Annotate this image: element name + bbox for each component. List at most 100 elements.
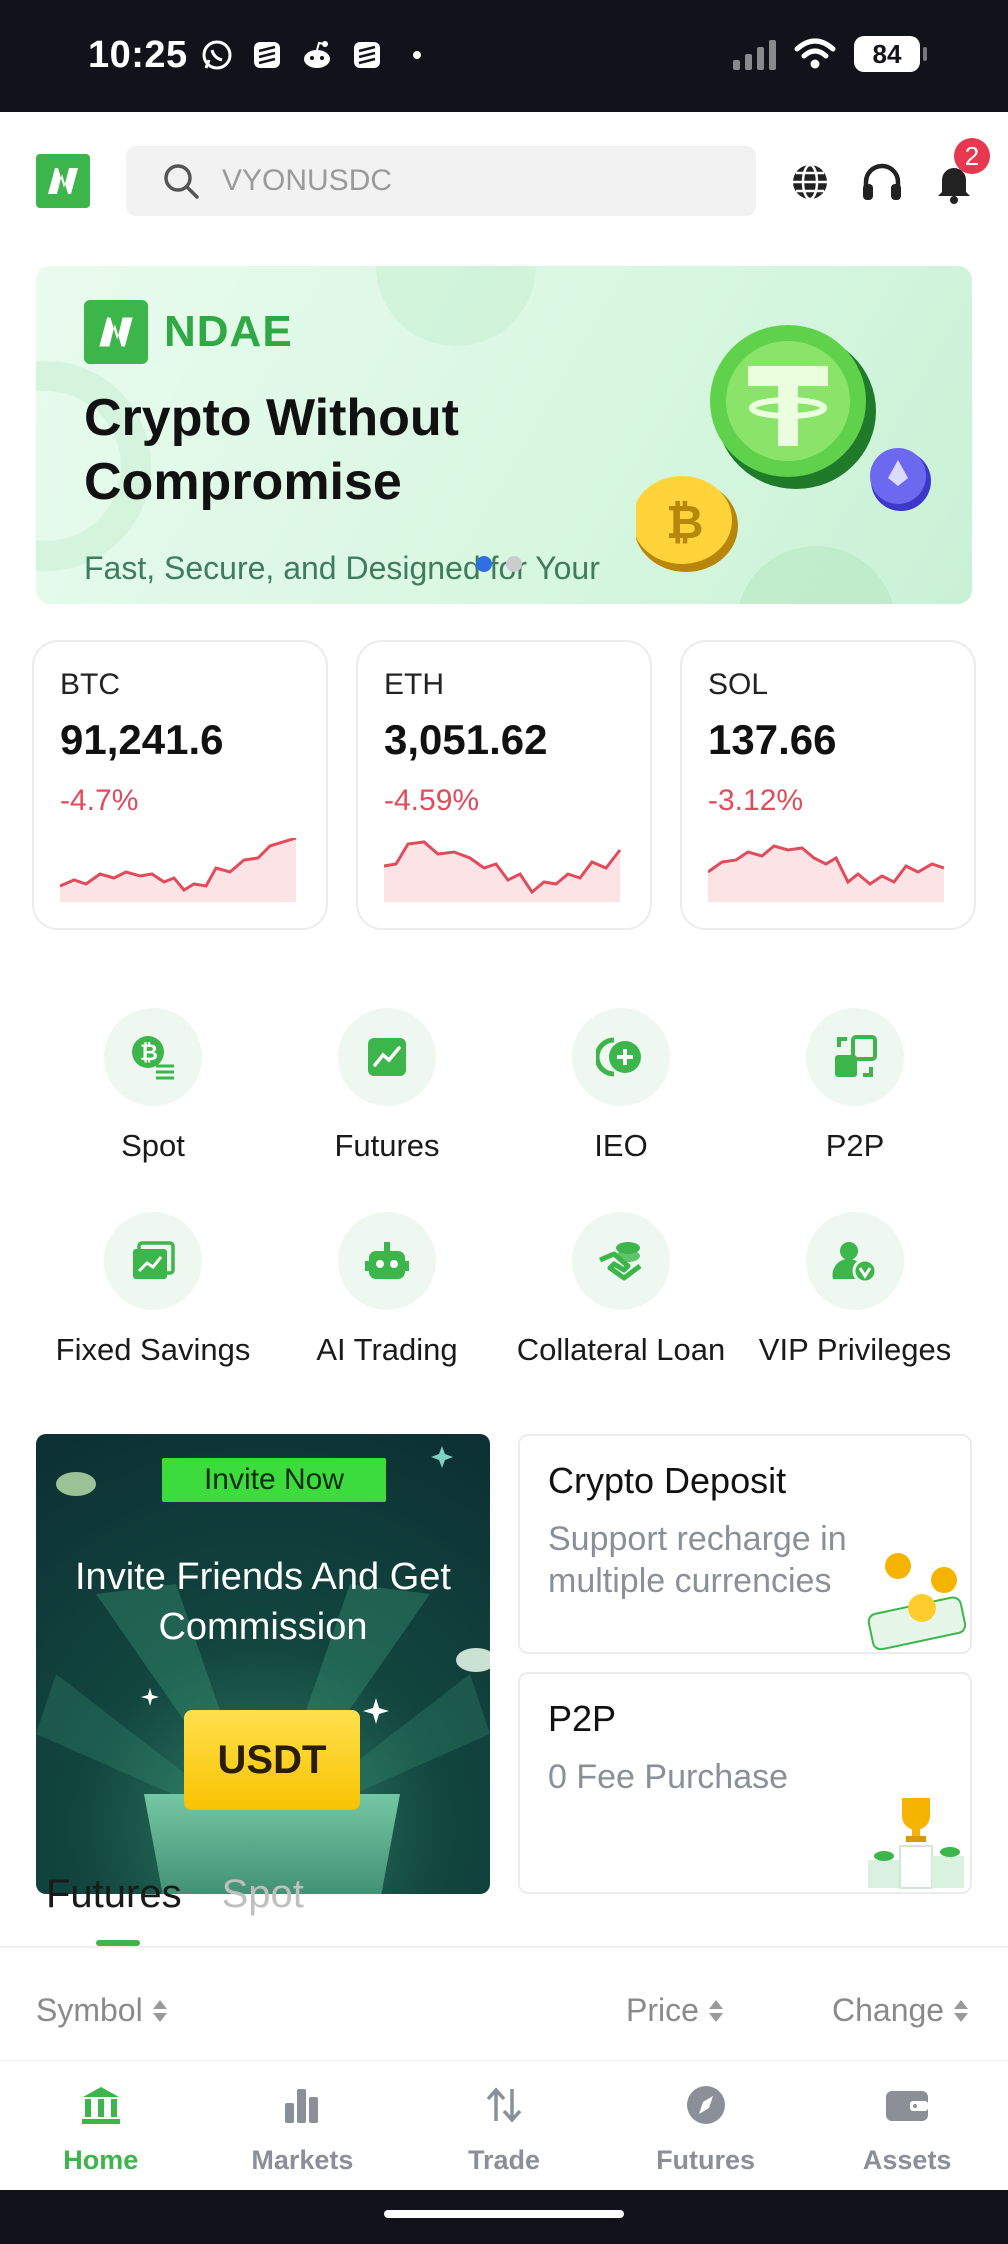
column-header-change: Change bbox=[832, 1992, 945, 2028]
p2p-swap-icon bbox=[806, 1008, 904, 1106]
sort-change[interactable]: Change bbox=[832, 1992, 969, 2029]
stack-app-icon-2 bbox=[350, 38, 384, 72]
ticker-price: 3,051.62 bbox=[384, 716, 548, 763]
nav-label: Futures bbox=[656, 2145, 756, 2175]
robot-icon bbox=[338, 1212, 436, 1310]
sparkline-chart bbox=[60, 838, 297, 902]
system-home-bar bbox=[0, 2190, 1008, 2244]
crypto-deposit-card[interactable]: Crypto Deposit Support recharge in multi… bbox=[518, 1434, 972, 1654]
ticker-symbol: ETH bbox=[384, 668, 444, 701]
brand-name: NDAE bbox=[164, 307, 293, 356]
more-notifications-dot bbox=[400, 38, 434, 72]
ticker-change: -3.12% bbox=[708, 784, 804, 817]
headset-icon[interactable] bbox=[860, 160, 904, 204]
nav-label: Markets bbox=[251, 2145, 354, 2175]
promo-title: P2P bbox=[548, 1698, 617, 1739]
nav-label: Home bbox=[63, 2145, 139, 2175]
bottom-navigation: Home Markets Trade Futures Assets bbox=[0, 2060, 1008, 2190]
search-bar[interactable] bbox=[126, 146, 756, 216]
tab-spot[interactable]: Spot bbox=[222, 1872, 304, 1917]
ticker-cards: BTC 91,241.6 -4.7% ETH 3,051.62 -4.59% S… bbox=[32, 640, 976, 930]
reddit-icon bbox=[300, 38, 334, 72]
pagination-dot[interactable] bbox=[506, 556, 522, 572]
nav-assets[interactable]: Assets bbox=[806, 2061, 1008, 2190]
service-p2p[interactable]: P2P bbox=[738, 1008, 972, 1164]
status-notification-icons bbox=[200, 38, 434, 72]
notification-bell[interactable]: 2 bbox=[932, 138, 990, 204]
sparkline-chart bbox=[384, 840, 622, 902]
vip-user-icon bbox=[806, 1212, 904, 1310]
bank-icon bbox=[81, 2087, 120, 2124]
plus-coin-icon bbox=[572, 1008, 670, 1106]
trend-chart-icon bbox=[338, 1008, 436, 1106]
nav-markets[interactable]: Markets bbox=[202, 2061, 404, 2190]
brand-logo-icon bbox=[84, 300, 148, 364]
nav-futures[interactable]: Futures bbox=[605, 2061, 807, 2190]
service-ai-trading[interactable]: AI Trading bbox=[270, 1212, 504, 1368]
sort-symbol[interactable]: Symbol bbox=[36, 1992, 167, 2029]
banner-brand: NDAE bbox=[84, 300, 293, 364]
app-logo[interactable] bbox=[36, 154, 90, 208]
hand-coin-icon bbox=[572, 1212, 670, 1310]
status-system-icons: 84 bbox=[733, 36, 927, 72]
sparkline-chart bbox=[708, 844, 945, 902]
tether-coin-icon: ₿ bbox=[636, 325, 931, 572]
service-ieo[interactable]: IEO bbox=[504, 1008, 738, 1164]
ticker-card-eth[interactable]: ETH 3,051.62 -4.59% bbox=[356, 640, 652, 930]
promo-subtitle: Support recharge in multiple currencies bbox=[548, 1520, 847, 1600]
search-input[interactable] bbox=[222, 164, 722, 198]
whatsapp-icon bbox=[200, 38, 234, 72]
battery-indicator: 84 bbox=[854, 36, 927, 72]
column-header-price: Price bbox=[626, 1992, 699, 2028]
status-bar: 10:25 84 bbox=[0, 0, 1008, 112]
nav-home[interactable]: Home bbox=[0, 2061, 202, 2190]
wallet-icon bbox=[886, 2091, 929, 2121]
app-screen: 10:25 84 VYONUSDC 2 NDAE Crypto Without … bbox=[0, 0, 1008, 2244]
status-time: 10:25 bbox=[88, 34, 188, 76]
service-fixed-savings[interactable]: Fixed Savings bbox=[36, 1212, 270, 1368]
service-spot[interactable]: ₿ Spot bbox=[36, 1008, 270, 1164]
service-futures[interactable]: Futures bbox=[270, 1008, 504, 1164]
promo-banner[interactable]: NDAE Crypto Without Compromise Fast, Sec… bbox=[36, 266, 972, 604]
nav-trade[interactable]: Trade bbox=[403, 2061, 605, 2190]
invite-promo-card[interactable]: Invite Now Invite Friends And Get Commis… bbox=[36, 1434, 490, 1894]
promo-subtitle: 0 Fee Purchase bbox=[548, 1758, 789, 1796]
service-label: IEO bbox=[594, 1128, 648, 1163]
sort-price[interactable]: Price bbox=[626, 1992, 723, 2029]
usdt-label: USDT bbox=[184, 1710, 360, 1810]
market-tabs: Futures Spot bbox=[46, 1872, 304, 1917]
ticker-card-sol[interactable]: SOL 137.66 -3.12% bbox=[680, 640, 976, 930]
svg-text:₿: ₿ bbox=[140, 1041, 158, 1066]
coin-deposit-icon bbox=[867, 1553, 967, 1650]
ticker-symbol: SOL bbox=[708, 668, 769, 701]
invite-title: Invite Friends And Get Commission bbox=[75, 1556, 451, 1648]
service-label: Collateral Loan bbox=[516, 1332, 726, 1367]
home-indicator[interactable] bbox=[384, 2210, 624, 2218]
ticker-price: 137.66 bbox=[708, 716, 837, 763]
savings-chart-icon bbox=[104, 1212, 202, 1310]
bar-chart-icon bbox=[285, 2089, 319, 2123]
stack-app-icon bbox=[250, 38, 284, 72]
divider bbox=[0, 1946, 1008, 1948]
ticker-card-btc[interactable]: BTC 91,241.6 -4.7% bbox=[32, 640, 328, 930]
pagination-dot-active[interactable] bbox=[476, 556, 492, 572]
wifi-icon bbox=[794, 38, 836, 69]
search-icon bbox=[164, 164, 199, 199]
banner-headline: Crypto Without Compromise bbox=[84, 389, 459, 511]
tab-futures[interactable]: Futures bbox=[46, 1872, 182, 1917]
globe-icon[interactable] bbox=[788, 160, 832, 204]
notification-badge: 2 bbox=[954, 138, 990, 174]
sort-icon bbox=[708, 1999, 723, 2022]
p2p-promo-card[interactable]: P2P 0 Fee Purchase bbox=[518, 1672, 972, 1894]
service-collateral-loan[interactable]: Collateral Loan bbox=[504, 1212, 738, 1368]
service-label: VIP Privileges bbox=[758, 1332, 952, 1367]
service-vip-privileges[interactable]: VIP Privileges bbox=[738, 1212, 972, 1368]
invite-now-button[interactable]: Invite Now bbox=[162, 1458, 386, 1502]
column-header-symbol: Symbol bbox=[36, 1992, 143, 2028]
cell-signal-icon bbox=[733, 38, 776, 70]
compass-icon bbox=[686, 2086, 725, 2124]
promo-title: Crypto Deposit bbox=[548, 1460, 787, 1501]
svg-text:₿: ₿ bbox=[666, 495, 704, 549]
app-header: 2 bbox=[0, 112, 1008, 252]
nav-label: Assets bbox=[862, 2145, 952, 2175]
